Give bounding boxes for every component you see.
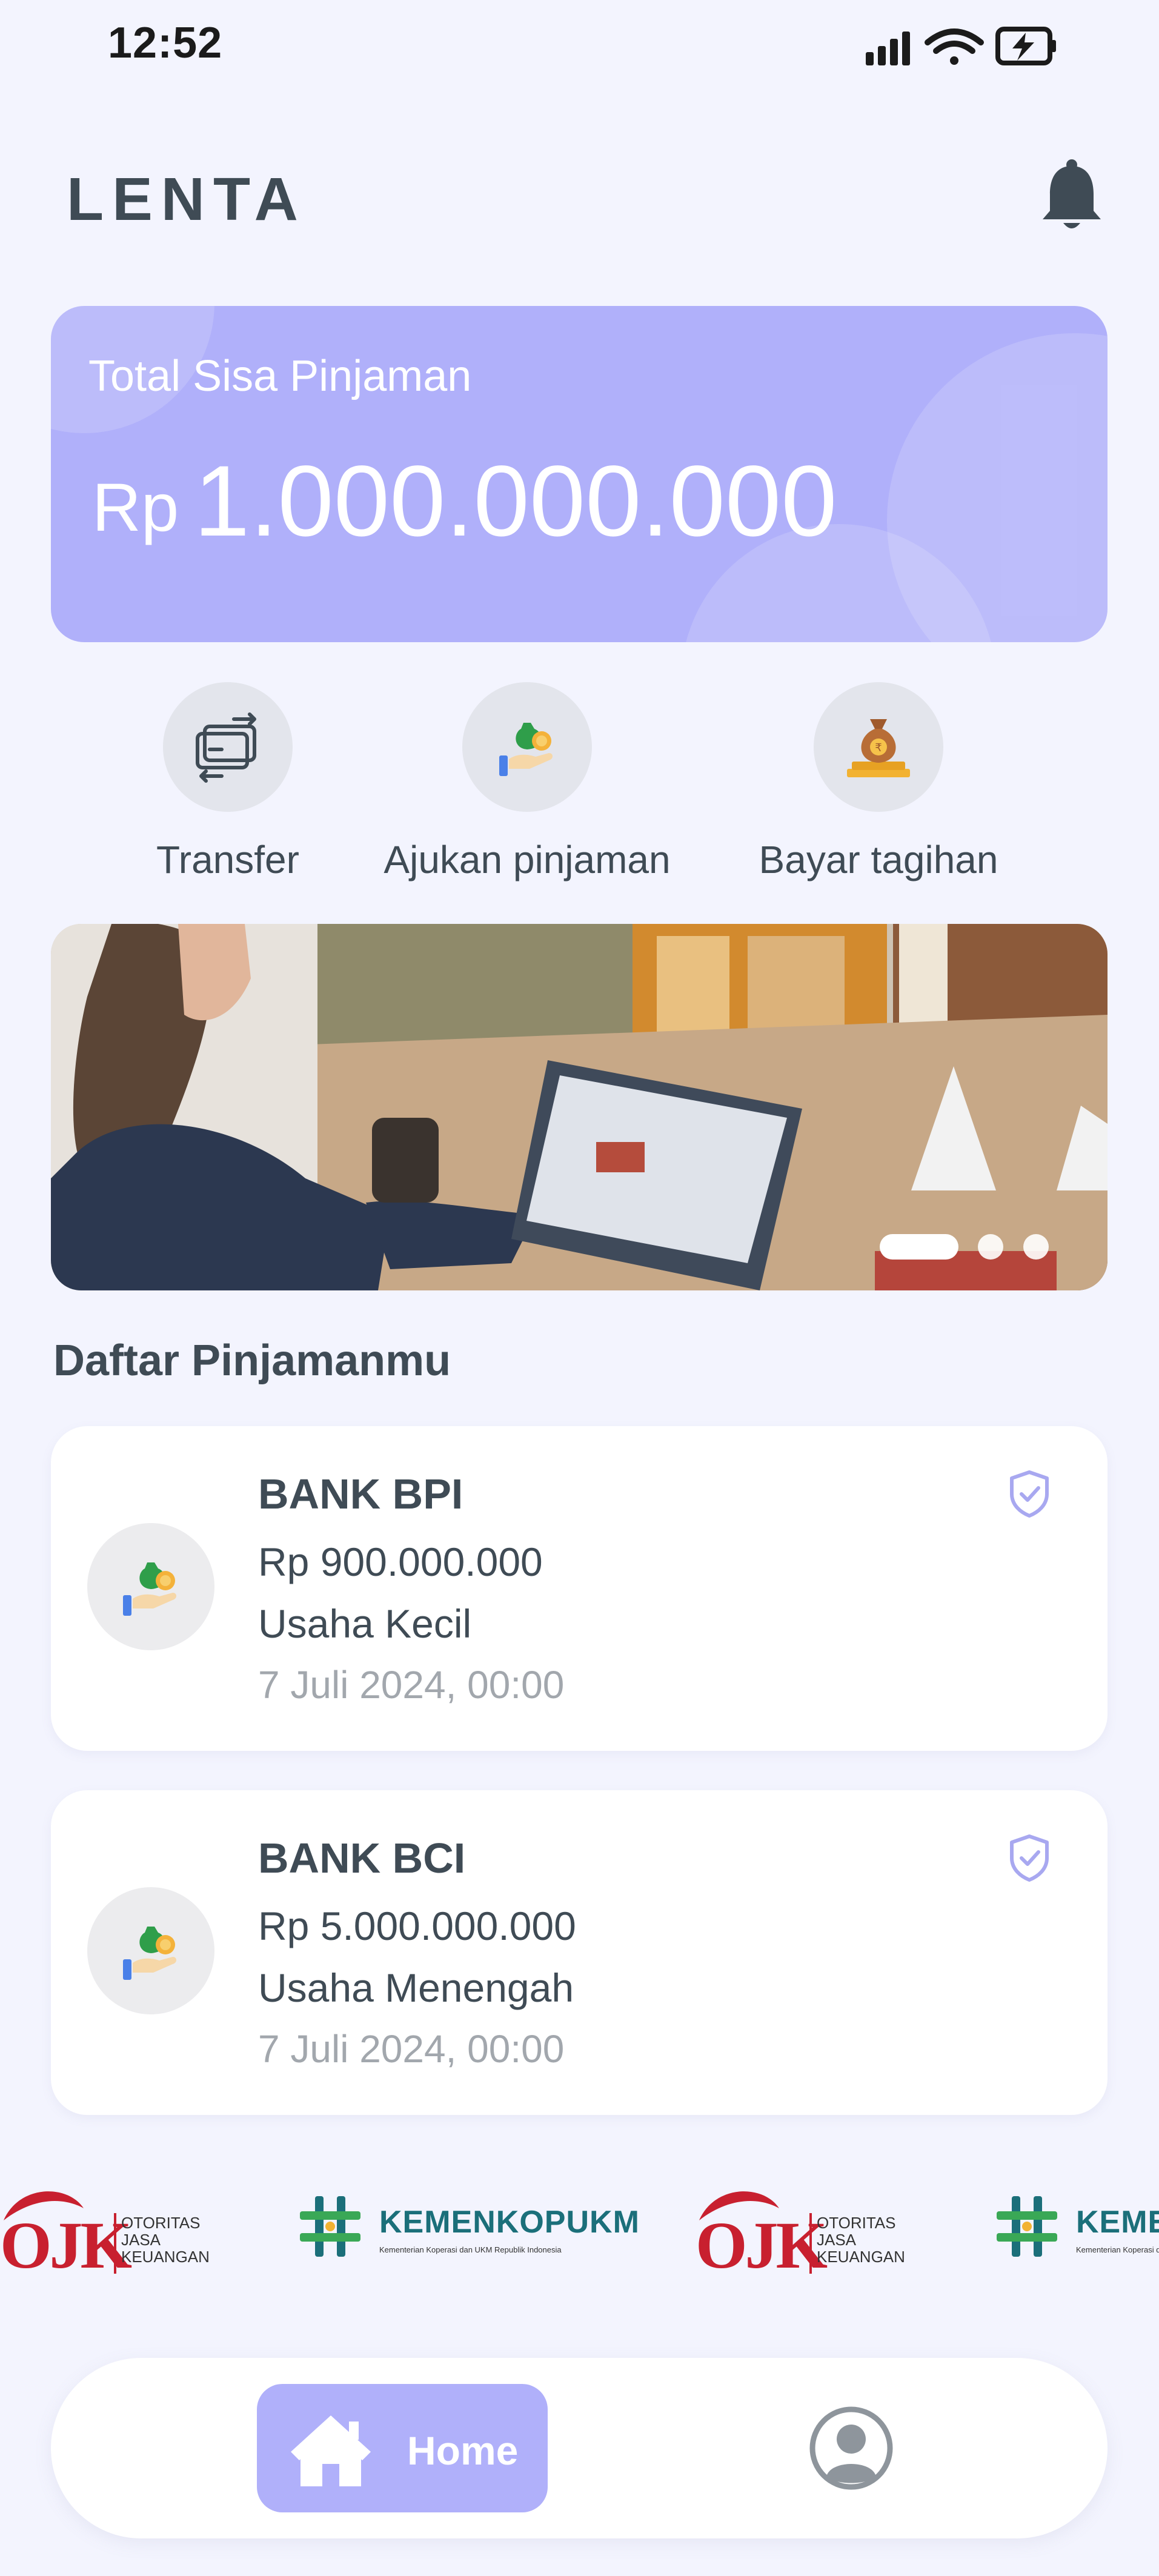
loan-type: Usaha Menengah: [258, 1965, 574, 2010]
kemenkop-subtitle: Kementerian Koperasi dan UKM Republik In…: [1076, 2245, 1159, 2254]
transfer-icon: [196, 712, 256, 783]
ojk-word: OJK: [0, 2208, 132, 2282]
ojk-word: OJK: [696, 2208, 828, 2282]
ojk-logo: OJK OTORITAS JASA KEUANGAN: [696, 2183, 914, 2282]
wifi-icon: [925, 28, 984, 65]
ojk-line: JASA: [817, 2231, 857, 2249]
loan-type: Usaha Kecil: [258, 1601, 472, 1646]
status-time: 12:52: [108, 19, 223, 67]
loan-hand-icon: [123, 1562, 176, 1616]
ojk-text: OTORITAS JASA KEUANGAN: [817, 2214, 914, 2265]
kemenkop-word: KEMENKOP: [379, 2205, 566, 2240]
action-pay-bill[interactable]: ₹ Bayar tagihan: [721, 679, 1036, 897]
svg-text:₹: ₹: [875, 742, 882, 754]
action-icon-circle: ₹: [814, 682, 943, 812]
kemenkop-name: KEMENKOPUKM: [379, 2204, 640, 2240]
action-icon-circle: [163, 682, 293, 812]
ojk-line: KEUANGAN: [817, 2248, 905, 2266]
kemenkop-logo: KEMENKOPUKM Kementerian Koperasi dan UKM…: [297, 2193, 639, 2266]
ukm-word: UKM: [566, 2205, 640, 2240]
signal-icon: [866, 32, 910, 65]
action-icon-circle: [462, 682, 592, 812]
kemenkop-word: KEMENKOP: [1076, 2205, 1159, 2240]
loan-amount: Rp 5.000.000.000: [258, 1904, 576, 1948]
loan-hand-icon: [123, 1927, 176, 1980]
loan-avatar: [87, 1887, 214, 2014]
partner-logos: OJK OTORITAS JASA KEUANGAN KEMENKOPUKM K…: [0, 2178, 1159, 2287]
carousel-dots[interactable]: [880, 1232, 1061, 1262]
loan-date: 7 Juli 2024, 00:00: [258, 2027, 565, 2071]
kemenkop-logo: KEMENKOPUKM Kementerian Koperasi dan UKM…: [994, 2193, 1159, 2266]
nav-home-tab[interactable]: Home: [257, 2384, 548, 2512]
bottom-nav: Home: [51, 2358, 1108, 2538]
balance-amount: 1.000.000.000: [194, 445, 837, 557]
ojk-divider: [809, 2213, 812, 2274]
verified-shield-icon: [1010, 1470, 1049, 1518]
bell-icon[interactable]: [1039, 159, 1104, 233]
ojk-logo: OJK OTORITAS JASA KEUANGAN: [0, 2183, 218, 2282]
balance-currency: Rp: [92, 470, 179, 545]
loan-avatar: [87, 1523, 214, 1650]
ojk-line: OTORITAS: [817, 2214, 896, 2232]
action-transfer[interactable]: Transfer: [70, 679, 385, 897]
action-apply-loan[interactable]: Ajukan pinjaman: [370, 679, 685, 897]
balance-card: Total Sisa Pinjaman Rp 1.000.000.000: [51, 306, 1108, 642]
loan-date: 7 Juli 2024, 00:00: [258, 1663, 565, 1707]
loan-hand-icon: [499, 723, 553, 776]
nav-home-label: Home: [407, 2428, 519, 2473]
section-title: Daftar Pinjamanmu: [53, 1336, 451, 1385]
loan-bank-name: BANK BCI: [258, 1834, 466, 1882]
action-label: Transfer: [156, 838, 299, 881]
kemenkop-name: KEMENKOPUKM: [1076, 2204, 1159, 2240]
user-profile-icon[interactable]: [808, 2405, 894, 2491]
home-icon: [291, 2415, 371, 2486]
ojk-line: JASA: [121, 2231, 161, 2249]
action-label: Ajukan pinjaman: [384, 838, 671, 881]
verified-shield-icon: [1010, 1834, 1049, 1882]
action-label: Bayar tagihan: [759, 838, 998, 881]
ojk-line: OTORITAS: [121, 2214, 201, 2232]
kemenkop-subtitle: Kementerian Koperasi dan UKM Republik In…: [379, 2245, 562, 2254]
battery-charging-icon: [995, 27, 1056, 65]
ojk-text: OTORITAS JASA KEUANGAN: [121, 2214, 218, 2265]
ojk-divider: [114, 2213, 116, 2274]
kemenkop-emblem: [300, 2196, 360, 2257]
loan-card[interactable]: BANK BPI Rp 900.000.000 Usaha Kecil 7 Ju…: [51, 1426, 1108, 1751]
loan-card[interactable]: BANK BCI Rp 5.000.000.000 Usaha Menengah…: [51, 1790, 1108, 2115]
app-logo: LENTA: [67, 165, 307, 233]
ojk-line: KEUANGAN: [121, 2248, 210, 2266]
loan-amount: Rp 900.000.000: [258, 1539, 543, 1584]
loan-bank-name: BANK BPI: [258, 1470, 463, 1518]
money-bag-icon: ₹: [847, 719, 910, 777]
balance-label: Total Sisa Pinjaman: [88, 352, 472, 400]
status-icons: [866, 27, 1056, 65]
kemenkop-emblem: [997, 2196, 1057, 2257]
